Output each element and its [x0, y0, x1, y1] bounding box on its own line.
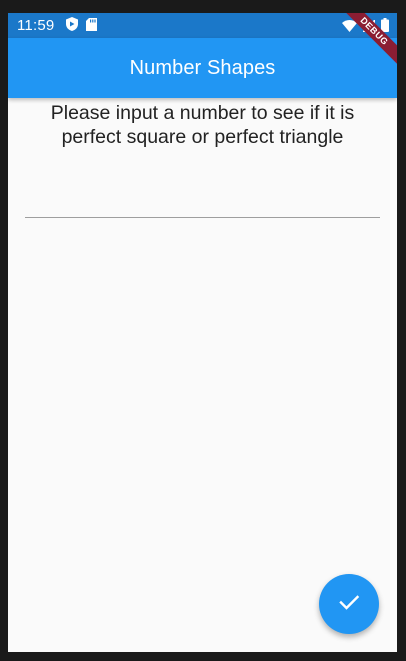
prompt-text: Please input a number to see if it is pe…	[50, 102, 355, 148]
status-left-icons	[66, 17, 97, 36]
status-bar: 11:59	[8, 13, 397, 38]
sd-card-icon	[86, 17, 97, 36]
app-bar-title: Number Shapes	[129, 56, 276, 79]
check-button[interactable]	[319, 574, 379, 634]
app-bar: Number Shapes	[8, 38, 397, 98]
shield-icon	[66, 17, 78, 36]
app-screen: 11:59 DEBUG Number Shapes Please input a…	[8, 13, 397, 652]
status-time: 11:59	[17, 17, 55, 34]
check-icon	[337, 590, 361, 619]
number-input[interactable]	[25, 183, 380, 218]
